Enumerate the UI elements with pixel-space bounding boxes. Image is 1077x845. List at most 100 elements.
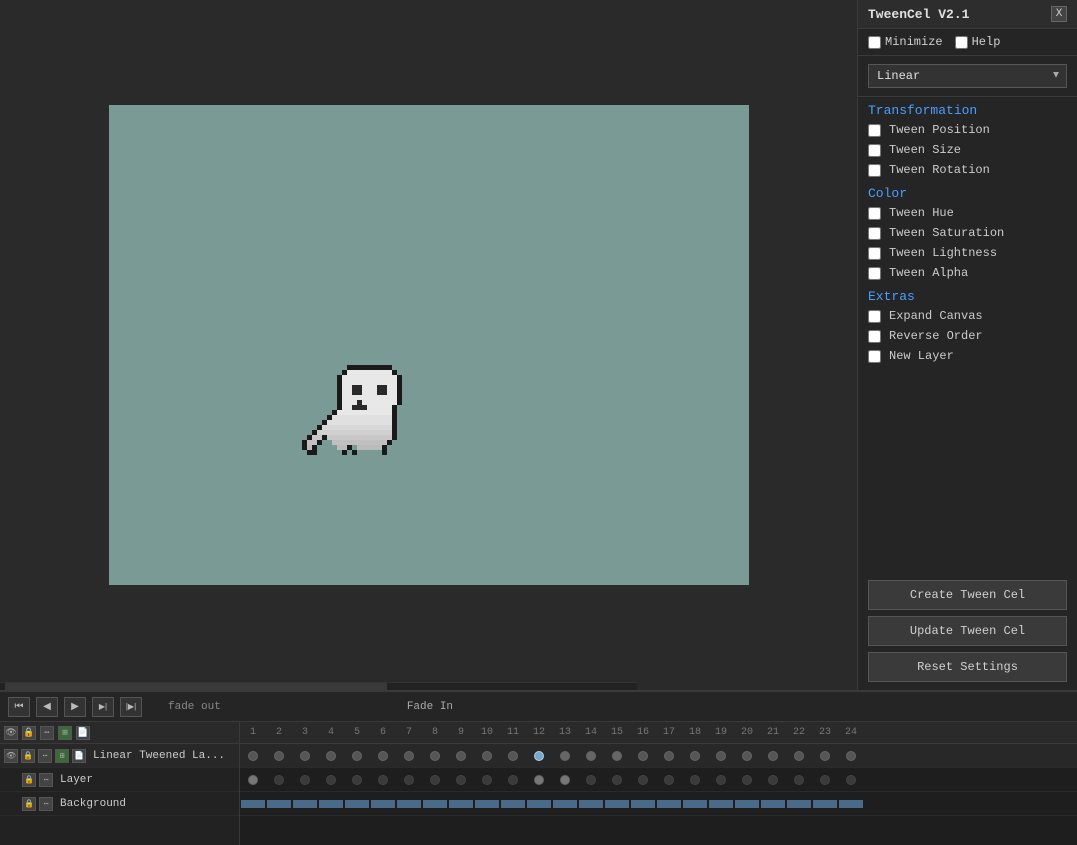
dots-header-icon[interactable]: ⋯: [40, 726, 54, 740]
expand-canvas-checkbox[interactable]: [868, 310, 881, 323]
cell-3-5[interactable]: [344, 795, 370, 813]
lock-icon-2[interactable]: 🔒: [22, 773, 36, 787]
cell-3-1[interactable]: [240, 795, 266, 813]
cell-1-19[interactable]: [708, 747, 734, 765]
cell-1-2[interactable]: [266, 747, 292, 765]
cell-2-17[interactable]: [656, 771, 682, 789]
minimize-option[interactable]: Minimize: [868, 35, 943, 49]
lock-icon-3[interactable]: 🔒: [22, 797, 36, 811]
cell-2-9[interactable]: [448, 771, 474, 789]
cell-3-23[interactable]: [812, 795, 838, 813]
minimize-checkbox[interactable]: [868, 36, 881, 49]
help-option[interactable]: Help: [955, 35, 1001, 49]
cell-2-21[interactable]: [760, 771, 786, 789]
cell-1-18[interactable]: [682, 747, 708, 765]
cell-3-10[interactable]: [474, 795, 500, 813]
page-icon-1[interactable]: 📄: [72, 749, 86, 763]
cell-1-8[interactable]: [422, 747, 448, 765]
cell-2-4[interactable]: [318, 771, 344, 789]
cell-3-16[interactable]: [630, 795, 656, 813]
cell-3-14[interactable]: [578, 795, 604, 813]
cell-3-8[interactable]: [422, 795, 448, 813]
cell-3-17[interactable]: [656, 795, 682, 813]
cell-2-6[interactable]: [370, 771, 396, 789]
cell-3-24[interactable]: [838, 795, 864, 813]
cell-2-19[interactable]: [708, 771, 734, 789]
cell-1-15[interactable]: [604, 747, 630, 765]
cell-2-5[interactable]: [344, 771, 370, 789]
cell-1-3[interactable]: [292, 747, 318, 765]
cell-3-12[interactable]: [526, 795, 552, 813]
create-tween-button[interactable]: Create Tween Cel: [868, 580, 1067, 610]
cell-3-22[interactable]: [786, 795, 812, 813]
cell-1-24[interactable]: [838, 747, 864, 765]
cell-1-6[interactable]: [370, 747, 396, 765]
cell-1-23[interactable]: [812, 747, 838, 765]
lock-header-icon[interactable]: 🔒: [22, 726, 36, 740]
cell-3-11[interactable]: [500, 795, 526, 813]
cell-3-4[interactable]: [318, 795, 344, 813]
group-header-icon[interactable]: ⊞: [58, 726, 72, 740]
cell-1-1[interactable]: [240, 747, 266, 765]
page-header-icon[interactable]: 📄: [76, 726, 90, 740]
reverse-order-checkbox[interactable]: [868, 330, 881, 343]
cell-2-14[interactable]: [578, 771, 604, 789]
cell-3-13[interactable]: [552, 795, 578, 813]
cell-1-13[interactable]: [552, 747, 578, 765]
cell-1-12[interactable]: [526, 747, 552, 765]
cell-2-8[interactable]: [422, 771, 448, 789]
reset-settings-button[interactable]: Reset Settings: [868, 652, 1067, 682]
dots-icon-3[interactable]: ⋯: [39, 797, 53, 811]
cell-1-20[interactable]: [734, 747, 760, 765]
cell-2-15[interactable]: [604, 771, 630, 789]
cell-1-5[interactable]: [344, 747, 370, 765]
play-button[interactable]: ▶: [64, 697, 86, 717]
cell-2-16[interactable]: [630, 771, 656, 789]
tween-hue-checkbox[interactable]: [868, 207, 881, 220]
cell-2-13[interactable]: [552, 771, 578, 789]
cell-1-7[interactable]: [396, 747, 422, 765]
cell-1-11[interactable]: [500, 747, 526, 765]
cell-1-4[interactable]: [318, 747, 344, 765]
next-frame-button[interactable]: ▶|: [92, 697, 114, 717]
cell-2-3[interactable]: [292, 771, 318, 789]
cell-2-22[interactable]: [786, 771, 812, 789]
cell-1-9[interactable]: [448, 747, 474, 765]
cell-2-20[interactable]: [734, 771, 760, 789]
cell-1-14[interactable]: [578, 747, 604, 765]
cell-3-18[interactable]: [682, 795, 708, 813]
cell-2-2[interactable]: [266, 771, 292, 789]
eye-header-icon[interactable]: 👁: [4, 726, 18, 740]
tween-saturation-checkbox[interactable]: [868, 227, 881, 240]
lock-icon-1[interactable]: 🔒: [21, 749, 35, 763]
cell-2-18[interactable]: [682, 771, 708, 789]
cell-2-12[interactable]: [526, 771, 552, 789]
easing-dropdown[interactable]: Linear Ease In Ease Out Ease In-Out: [868, 64, 1067, 88]
cell-1-17[interactable]: [656, 747, 682, 765]
tween-position-checkbox[interactable]: [868, 124, 881, 137]
prev-frame-button[interactable]: ◀: [36, 697, 58, 717]
tween-size-checkbox[interactable]: [868, 144, 881, 157]
close-button[interactable]: X: [1051, 6, 1067, 22]
dots-icon-1[interactable]: ⋯: [38, 749, 52, 763]
dots-icon-2[interactable]: ⋯: [39, 773, 53, 787]
cell-2-1[interactable]: [240, 771, 266, 789]
cell-3-7[interactable]: [396, 795, 422, 813]
skip-end-button[interactable]: |▶|: [120, 697, 142, 717]
cell-1-21[interactable]: [760, 747, 786, 765]
cell-3-19[interactable]: [708, 795, 734, 813]
tween-rotation-checkbox[interactable]: [868, 164, 881, 177]
cell-2-7[interactable]: [396, 771, 422, 789]
cell-1-10[interactable]: [474, 747, 500, 765]
cell-2-24[interactable]: [838, 771, 864, 789]
cell-2-10[interactable]: [474, 771, 500, 789]
cell-1-16[interactable]: [630, 747, 656, 765]
cell-1-22[interactable]: [786, 747, 812, 765]
cell-2-23[interactable]: [812, 771, 838, 789]
cell-3-15[interactable]: [604, 795, 630, 813]
eye-icon-1[interactable]: 👁: [4, 749, 18, 763]
cell-3-9[interactable]: [448, 795, 474, 813]
new-layer-checkbox[interactable]: [868, 350, 881, 363]
help-checkbox[interactable]: [955, 36, 968, 49]
cell-3-20[interactable]: [734, 795, 760, 813]
